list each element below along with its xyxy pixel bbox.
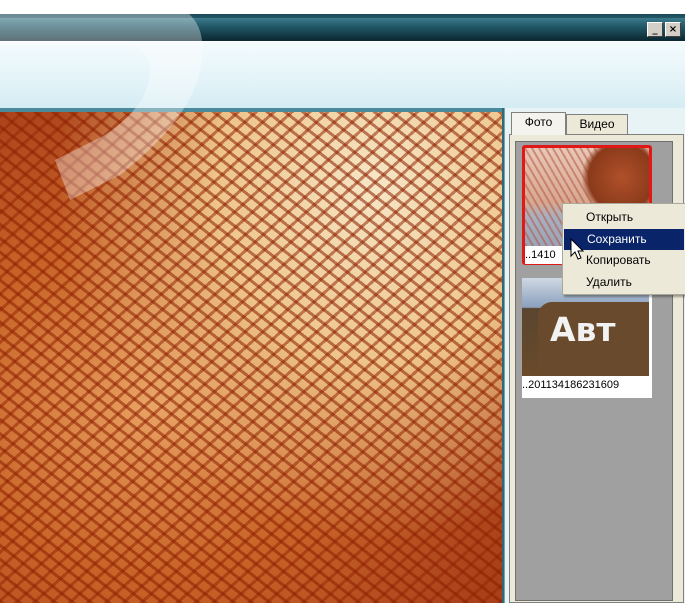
minimize-button[interactable]: _ [647, 22, 663, 37]
thumbnail-sign: Авт [538, 302, 649, 376]
menu-item-open[interactable]: Открыть [563, 207, 685, 229]
thumbnail-caption: ..201134186231609 [522, 376, 652, 394]
close-button[interactable]: × [665, 22, 681, 37]
gallery-panel: Фото Видео ..1410 Авт ..201134186231609 [504, 108, 685, 603]
tab-photo[interactable]: Фото [511, 112, 566, 135]
title-bar: _ × [0, 0, 685, 42]
thumbnail-item[interactable]: Авт ..201134186231609 [522, 278, 652, 398]
tab-video[interactable]: Видео [566, 114, 628, 135]
image-viewport[interactable] [0, 108, 504, 603]
menu-item-delete[interactable]: Удалить [563, 272, 685, 294]
mouse-cursor-icon [570, 238, 585, 260]
magnified-banknote-image [0, 112, 502, 603]
thumbnail-sign-text: Авт [550, 310, 616, 349]
toolbar-area [0, 42, 685, 108]
title-bar-strip [0, 18, 685, 41]
